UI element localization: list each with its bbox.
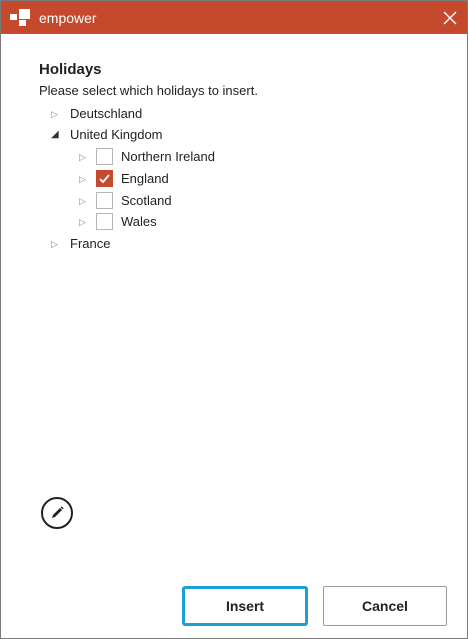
empower-logo-icon — [10, 9, 30, 26]
tree-item-label: Northern Ireland — [121, 149, 215, 164]
close-icon — [443, 11, 457, 25]
tree-item-label: Deutschland — [70, 106, 143, 121]
holidays-dialog-window: empower Holidays Please select which hol… — [0, 0, 468, 639]
title-bar: empower — [1, 1, 467, 34]
tree-item-label: England — [121, 171, 169, 186]
tree-item-label: United Kingdom — [70, 127, 163, 142]
tree-item-northern-ireland[interactable]: ▷ Northern Ireland — [79, 147, 279, 167]
expand-arrow-icon[interactable]: ▷ — [51, 104, 61, 124]
checkmark-icon — [99, 174, 110, 184]
tree-item-wales[interactable]: ▷ Wales — [79, 212, 279, 232]
checkbox-northern-ireland[interactable] — [96, 148, 113, 165]
dialog-heading: Holidays — [39, 61, 102, 78]
tree-item-england[interactable]: ▷ England — [79, 169, 279, 189]
pencil-icon — [52, 506, 64, 518]
cancel-button[interactable]: Cancel — [323, 586, 447, 626]
insert-button[interactable]: Insert — [182, 586, 308, 626]
tree-item-label: Wales — [121, 214, 157, 229]
expand-arrow-icon[interactable]: ▷ — [79, 191, 89, 211]
collapse-arrow-icon[interactable]: ◢ — [51, 125, 61, 145]
window-title: empower — [39, 10, 97, 26]
edit-button[interactable] — [41, 497, 73, 529]
expand-arrow-icon[interactable]: ▷ — [79, 212, 89, 232]
tree-item-united-kingdom[interactable]: ◢ United Kingdom — [51, 125, 251, 145]
expand-arrow-icon[interactable]: ▷ — [79, 147, 89, 167]
checkbox-england[interactable] — [96, 170, 113, 187]
checkbox-scotland[interactable] — [96, 192, 113, 209]
tree-item-deutschland[interactable]: ▷ Deutschland — [51, 104, 251, 124]
tree-item-france[interactable]: ▷ France — [51, 234, 251, 254]
expand-arrow-icon[interactable]: ▷ — [79, 169, 89, 189]
close-button[interactable] — [437, 5, 463, 31]
dialog-instruction: Please select which holidays to insert. — [39, 83, 258, 98]
tree-item-label: Scotland — [121, 193, 172, 208]
expand-arrow-icon[interactable]: ▷ — [51, 234, 61, 254]
tree-item-scotland[interactable]: ▷ Scotland — [79, 191, 279, 211]
tree-item-label: France — [70, 236, 111, 251]
checkbox-wales[interactable] — [96, 213, 113, 230]
